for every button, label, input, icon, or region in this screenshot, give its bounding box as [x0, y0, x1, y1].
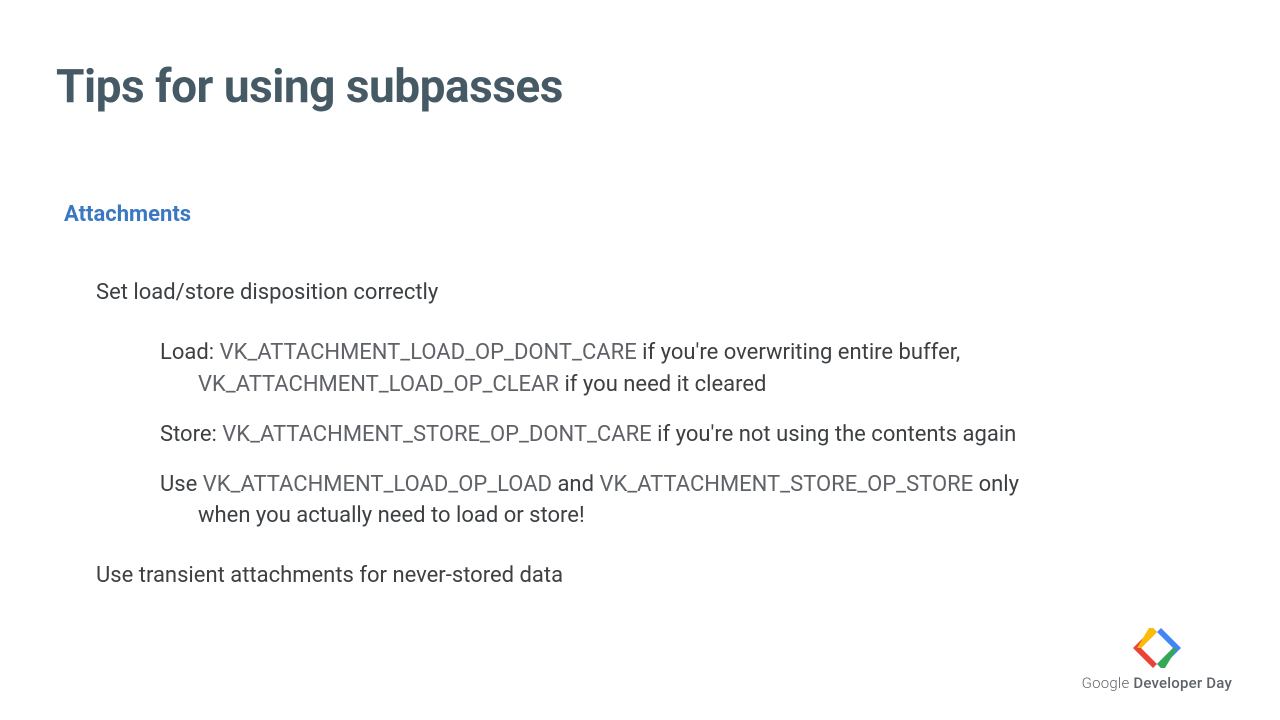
store-text-1: if you're not using the contents again [652, 422, 1017, 447]
chevron-right-icon [1157, 628, 1183, 668]
chevron-left-icon [1131, 628, 1157, 668]
footer-brand-google: Google [1082, 674, 1130, 692]
bullet-use: Use VK_ATTACHMENT_LOAD_OP_LOAD and VK_AT… [160, 469, 1224, 533]
section-heading: Attachments [64, 202, 1224, 227]
load-label: Load: [160, 340, 220, 365]
store-code-1: VK_ATTACHMENT_STORE_OP_DONT_CARE [222, 422, 651, 447]
chevron-logo-icon [1082, 628, 1232, 668]
use-mid: and [552, 472, 599, 497]
use-pre: Use [160, 472, 203, 497]
use-post: only [973, 472, 1019, 497]
footer-logo: Google Developer Day [1082, 628, 1232, 692]
bullet-transient: Use transient attachments for never-stor… [96, 560, 1224, 592]
footer-brand-devday: Developer Day [1129, 674, 1232, 692]
bullet-load: Load: VK_ATTACHMENT_LOAD_OP_DONT_CARE if… [160, 337, 1224, 401]
load-text-2: if you need it cleared [559, 372, 766, 397]
bullet-load-line2: VK_ATTACHMENT_LOAD_OP_CLEAR if you need … [160, 369, 1224, 401]
body-content: Set load/store disposition correctly Loa… [96, 277, 1224, 592]
bullet-use-line2: when you actually need to load or store! [160, 500, 1224, 532]
slide: Tips for using subpasses Attachments Set… [0, 0, 1280, 720]
slide-title: Tips for using subpasses [56, 60, 1224, 114]
bullet-intro: Set load/store disposition correctly [96, 277, 1224, 309]
store-label: Store: [160, 422, 222, 447]
sub-bullets: Load: VK_ATTACHMENT_LOAD_OP_DONT_CARE if… [160, 337, 1224, 532]
load-text-1: if you're overwriting entire buffer, [637, 340, 961, 365]
footer-text: Google Developer Day [1082, 674, 1232, 692]
load-code-2: VK_ATTACHMENT_LOAD_OP_CLEAR [198, 372, 559, 397]
bullet-store: Store: VK_ATTACHMENT_STORE_OP_DONT_CARE … [160, 419, 1224, 451]
load-code-1: VK_ATTACHMENT_LOAD_OP_DONT_CARE [220, 340, 637, 365]
use-code-2: VK_ATTACHMENT_STORE_OP_STORE [599, 472, 973, 497]
use-code-1: VK_ATTACHMENT_LOAD_OP_LOAD [203, 472, 552, 497]
